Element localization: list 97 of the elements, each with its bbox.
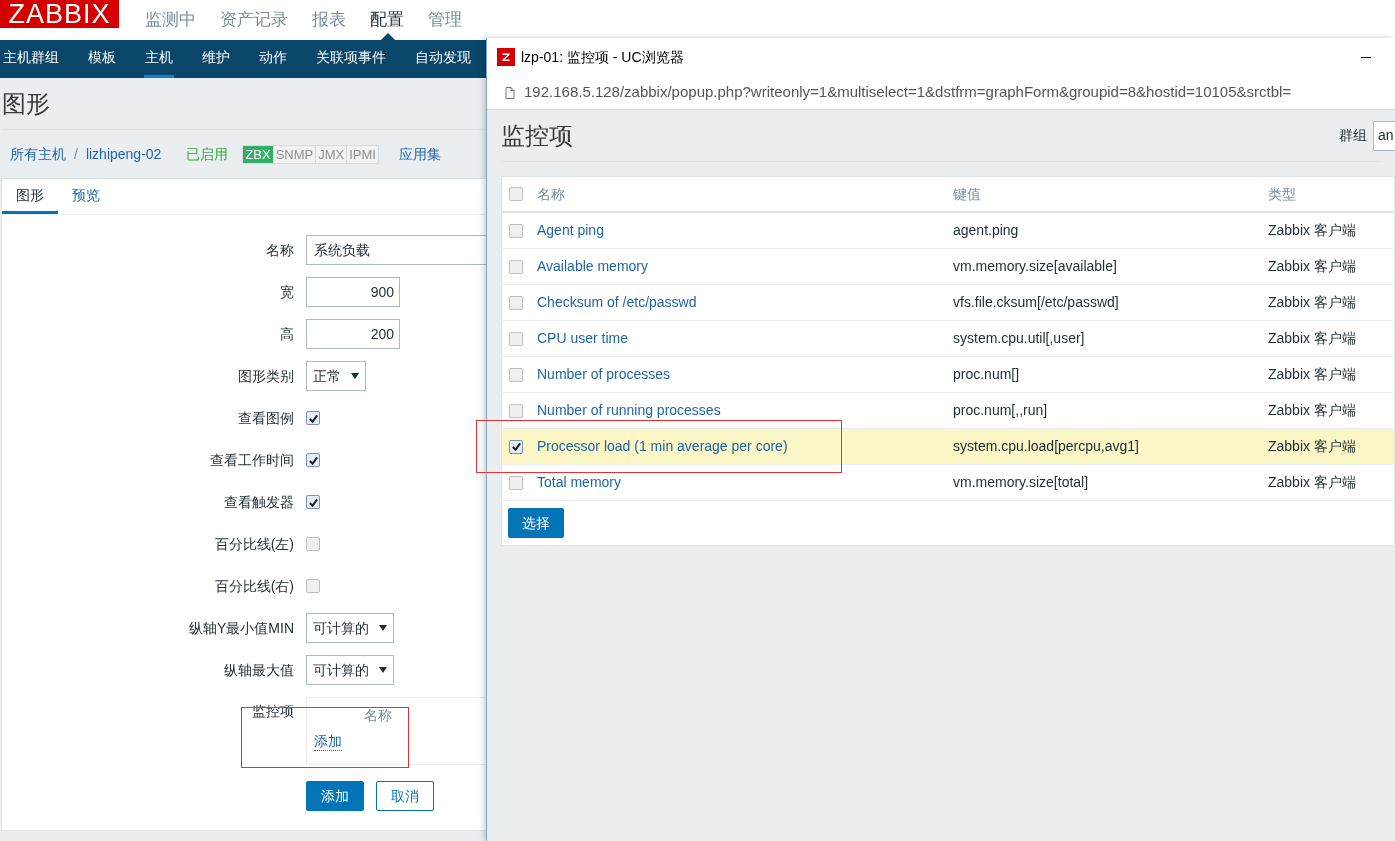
checkbox[interactable] xyxy=(306,579,320,593)
form-label: 纵轴Y最小值MIN xyxy=(189,618,294,638)
form-label: 宽 xyxy=(280,282,294,302)
table-cell-text: proc.num[,,run] xyxy=(953,401,1049,420)
caret-icon xyxy=(379,625,387,631)
sub-menu-item[interactable]: 模板 xyxy=(87,40,117,78)
table-cell-text: system.cpu.load[percpu,avg1] xyxy=(953,437,1140,456)
add-link[interactable]: 添加 xyxy=(314,733,342,751)
item-link[interactable]: Number of running processes xyxy=(537,400,953,421)
checkbox[interactable] xyxy=(306,537,320,551)
main-menu-item[interactable]: 资产记录 xyxy=(220,10,288,30)
dropdown[interactable]: 可计算的 xyxy=(306,613,394,643)
table-cell-text: proc.num[] xyxy=(953,365,1021,384)
table-cell-text: Zabbix 客户端 xyxy=(1268,473,1356,492)
column-header[interactable]: 键值 xyxy=(953,183,1268,205)
table-row[interactable]: Processor load (1 min average per core) system.cpu.load[percpu,avg1] Zabbix 客户端 xyxy=(502,429,1394,465)
availability-badge: IPMI xyxy=(346,145,378,163)
column-header[interactable]: 类型 xyxy=(1268,183,1296,205)
main-menu-item[interactable]: 监测中 xyxy=(145,10,196,30)
number-field[interactable]: 200 xyxy=(306,319,400,349)
checkbox[interactable] xyxy=(306,495,320,509)
sub-menu-item[interactable]: 主机群组 xyxy=(2,40,60,78)
table-cell-text: vm.memory.size[available] xyxy=(953,257,1118,276)
column-header[interactable]: 名称 xyxy=(537,183,953,205)
dropdown[interactable]: 正常 xyxy=(306,361,366,391)
table-cell-text: Zabbix 客户端 xyxy=(1268,221,1356,240)
window-title: lzp-01: 监控项 - UC浏览器 xyxy=(521,47,684,67)
form-label: 百分比线(右) xyxy=(214,576,294,596)
cancel-button[interactable]: 取消 xyxy=(376,781,434,811)
item-link[interactable]: CPU user time xyxy=(537,328,953,349)
table-cell-text: Zabbix 客户端 xyxy=(1268,329,1356,348)
table-cell-text: Zabbix 客户端 xyxy=(1268,437,1356,456)
checkbox[interactable] xyxy=(509,439,523,454)
sub-menu-item[interactable]: 维护 xyxy=(201,40,231,78)
table-cell-text: Zabbix 客户端 xyxy=(1268,365,1356,384)
page-title: 图形 xyxy=(2,88,50,120)
checkbox[interactable] xyxy=(509,403,523,418)
table-cell-text: agent.ping xyxy=(953,221,1020,240)
group-dropdown[interactable]: an xyxy=(1373,120,1395,151)
checkbox[interactable] xyxy=(509,295,523,310)
availability-badge: SNMP xyxy=(272,145,316,163)
column-header: 名称 xyxy=(363,706,393,725)
breadcrumb-link[interactable]: 所有主机 xyxy=(10,143,66,165)
item-link[interactable]: Total memory xyxy=(537,472,953,493)
logo[interactable]: ZABBIX xyxy=(0,0,119,28)
checkbox[interactable] xyxy=(306,453,320,467)
form-label: 名称 xyxy=(266,240,294,260)
sub-menu-item[interactable]: 主机 xyxy=(144,40,174,78)
checkbox[interactable] xyxy=(509,367,523,382)
item-link[interactable]: Available memory xyxy=(537,256,953,277)
form-label: 纵轴最大值 xyxy=(224,660,294,680)
form-label: 图形类别 xyxy=(238,366,294,386)
checkbox[interactable] xyxy=(509,475,523,490)
popup-heading: 监控项 xyxy=(501,120,573,152)
table-cell-text: Zabbix 客户端 xyxy=(1268,293,1356,312)
tab[interactable]: 预览 xyxy=(58,179,114,214)
tab[interactable]: 图形 xyxy=(2,179,58,214)
checkbox[interactable] xyxy=(306,411,320,425)
app-icon xyxy=(497,48,515,66)
breadcrumb-link[interactable]: 应用集 xyxy=(399,143,441,165)
breadcrumb-link[interactable]: lizhipeng-02 xyxy=(85,143,162,165)
item-link[interactable]: Agent ping xyxy=(537,220,953,241)
item-link[interactable]: Number of processes xyxy=(537,364,953,385)
form-label: 百分比线(左) xyxy=(214,534,294,554)
sub-menu-item[interactable]: 动作 xyxy=(258,40,288,78)
number-field[interactable]: 900 xyxy=(306,277,400,307)
item-link[interactable]: Processor load (1 min average per core) xyxy=(537,436,953,457)
checkbox[interactable] xyxy=(509,259,523,274)
sub-menu-item[interactable]: 关联项事件 xyxy=(315,40,387,78)
main-menu-item[interactable]: 管理 xyxy=(428,10,462,30)
table-cell-text: system.cpu.util[,user] xyxy=(953,329,1086,348)
caret-icon xyxy=(351,373,359,379)
select-button[interactable]: 选择 xyxy=(508,508,564,538)
main-menu-item[interactable]: 配置 xyxy=(370,10,404,30)
minimize-icon[interactable] xyxy=(1361,56,1371,58)
table-cell-text: Zabbix 客户端 xyxy=(1268,257,1356,276)
sub-menu-item[interactable]: 自动发现 xyxy=(414,40,472,78)
breadcrumb-separator: / xyxy=(74,144,78,164)
form-label: 查看工作时间 xyxy=(210,450,294,470)
page-icon xyxy=(505,86,515,99)
availability-badge: ZBX xyxy=(243,145,273,163)
group-label: 群组 xyxy=(1339,126,1367,145)
dropdown[interactable]: 可计算的 xyxy=(306,655,394,685)
item-link[interactable]: Checksum of /etc/passwd xyxy=(537,292,953,313)
table-cell-text: vm.memory.size[total] xyxy=(953,473,1090,492)
form-label: 查看触发器 xyxy=(224,492,294,512)
caret-icon xyxy=(379,667,387,673)
availability-badge: JMX xyxy=(315,145,347,163)
checkbox[interactable] xyxy=(509,223,523,238)
form-label: 高 xyxy=(280,324,294,344)
table-cell-text: Zabbix 客户端 xyxy=(1268,401,1356,420)
checkbox[interactable] xyxy=(509,187,523,201)
main-menu-item[interactable]: 报表 xyxy=(312,10,346,30)
table-cell-text: vfs.file.cksum[/etc/passwd] xyxy=(953,293,1120,312)
add-button[interactable]: 添加 xyxy=(306,781,364,811)
form-label: 查看图例 xyxy=(238,408,294,428)
checkbox[interactable] xyxy=(509,331,523,346)
